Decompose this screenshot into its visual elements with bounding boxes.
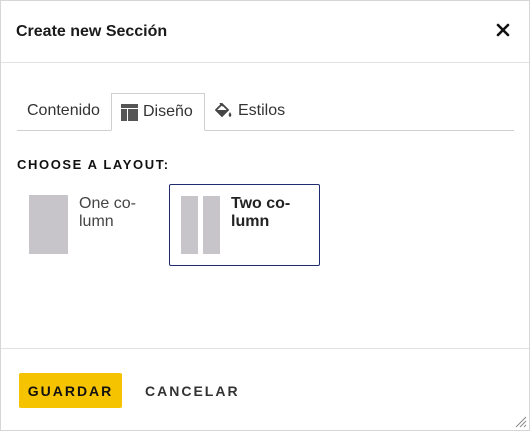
tab-label: Contenido (27, 102, 100, 119)
tab-bar: Contenido Diseño Estilos (17, 93, 514, 131)
layout-option-label: Two co- lumn (231, 195, 291, 230)
dialog-header: Create new Sección (1, 1, 529, 63)
resize-handle-icon[interactable] (513, 414, 527, 428)
column-placeholder (203, 196, 220, 254)
column-placeholder (29, 195, 68, 254)
layout-option-two-column[interactable]: Two co- lumn (169, 184, 320, 266)
tab-estilos[interactable]: Estilos (215, 93, 285, 129)
column-placeholder (181, 196, 198, 254)
dialog-footer: GUARDAR CANCELAR (1, 348, 529, 431)
close-icon[interactable] (491, 18, 515, 42)
layout-icon (121, 103, 138, 121)
tab-label: Estilos (238, 102, 286, 119)
create-section-dialog: Create new Sección Contenido Diseño Esti… (0, 0, 530, 431)
tab-contenido[interactable]: Contenido (17, 93, 111, 129)
choose-layout-heading: CHOOSE A LAYOUT: (17, 157, 170, 172)
tab-diseno[interactable]: Diseño (111, 93, 205, 131)
save-button[interactable]: GUARDAR (19, 373, 122, 408)
paint-bucket-icon (215, 102, 232, 117)
tab-label: Diseño (143, 103, 193, 120)
dialog-title: Create new Sección (16, 23, 168, 40)
layout-option-label: One co- lumn (79, 195, 136, 230)
layout-option-one-column[interactable]: One co- lumn (18, 184, 168, 266)
cancel-button[interactable]: CANCELAR (145, 373, 240, 408)
